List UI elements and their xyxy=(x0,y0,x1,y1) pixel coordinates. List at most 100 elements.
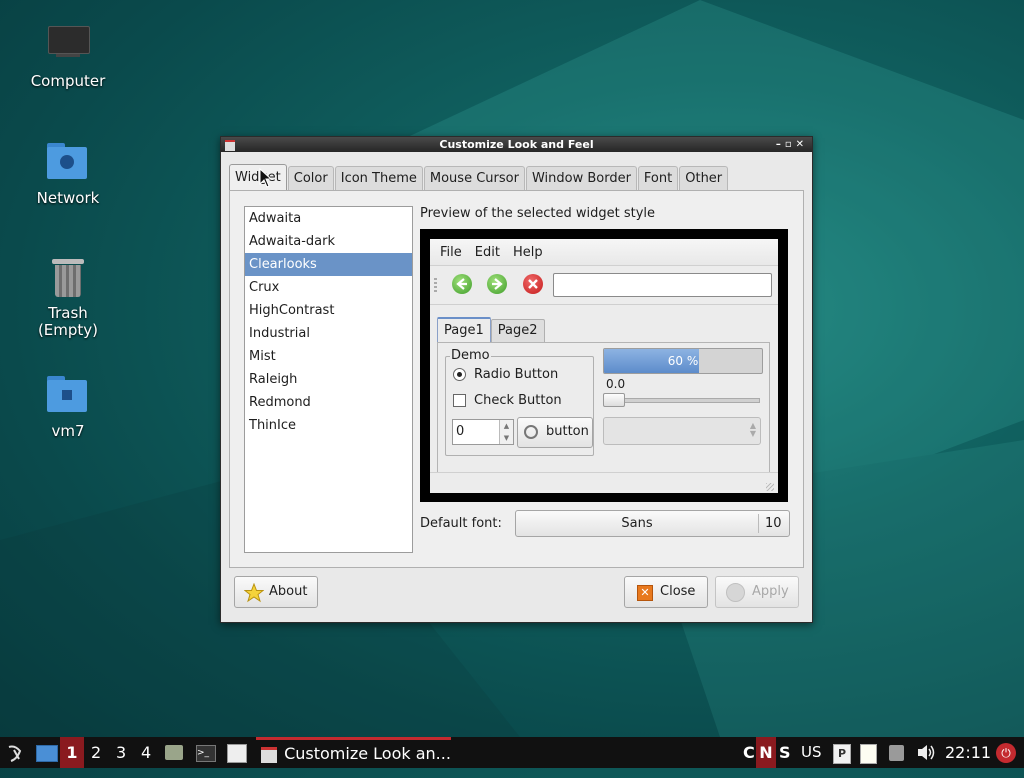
show-desktop-icon[interactable] xyxy=(36,737,58,768)
scale-slider-handle[interactable] xyxy=(603,393,625,407)
removable-media-icon[interactable] xyxy=(889,737,907,768)
home-folder-icon xyxy=(46,374,90,418)
start-menu-icon[interactable] xyxy=(5,737,25,768)
keyboard-layout[interactable]: US xyxy=(801,737,822,768)
close-label: Close xyxy=(660,584,696,599)
preview-menu-help[interactable]: Help xyxy=(513,245,543,260)
theme-list-item[interactable]: Adwaita-dark xyxy=(245,230,412,253)
about-button[interactable]: About xyxy=(234,576,318,608)
workspace-2[interactable]: 2 xyxy=(91,737,101,768)
close-button[interactable]: ✕ Close xyxy=(624,576,708,608)
tab-window-border[interactable]: Window Border xyxy=(525,166,637,190)
preview-menu-edit[interactable]: Edit xyxy=(475,245,500,260)
maximize-button[interactable]: ▫ xyxy=(785,139,796,150)
computer-icon xyxy=(46,24,90,68)
window-titlebar[interactable]: Customize Look and Feel –▫✕ xyxy=(221,137,812,152)
resize-grip-icon[interactable] xyxy=(766,483,774,491)
theme-list-item[interactable]: Redmond xyxy=(245,391,412,414)
task-button-customize[interactable]: Customize Look an... xyxy=(256,737,451,768)
theme-list-item[interactable]: Adwaita xyxy=(245,207,412,230)
spin-arrows-icon[interactable]: ▲ ▼ xyxy=(499,420,513,444)
spin-button[interactable]: 0 ▲ ▼ xyxy=(452,419,514,445)
file-manager-icon[interactable] xyxy=(165,737,185,768)
theme-list-item[interactable]: Mist xyxy=(245,345,412,368)
apply-icon xyxy=(726,583,745,602)
combo-box[interactable]: ▲ ▼ xyxy=(603,417,761,445)
tab-mouse-cursor[interactable]: Mouse Cursor xyxy=(423,166,525,190)
font-chooser-button[interactable]: Sans 10 xyxy=(515,510,790,537)
magnifier-icon xyxy=(524,425,538,439)
progress-bar: 60 % xyxy=(603,348,763,374)
taskbar: 1 2 3 4 >_ Customize Look an... C N S US… xyxy=(0,737,1024,768)
scale-value: 0.0 xyxy=(606,377,626,391)
apply-label: Apply xyxy=(752,584,789,599)
theme-list-item-selected[interactable]: Clearlooks xyxy=(245,253,412,276)
preview-tab-bar: Page1 Page2 xyxy=(437,317,545,343)
forward-icon[interactable] xyxy=(487,274,507,294)
volume-icon[interactable] xyxy=(916,737,936,768)
network-folder-icon xyxy=(46,141,90,185)
indicator-n[interactable]: N xyxy=(756,737,776,768)
preview-tab-page1[interactable]: Page1 xyxy=(437,317,491,343)
theme-list-item[interactable]: Industrial xyxy=(245,322,412,345)
tab-font[interactable]: Font xyxy=(637,166,679,190)
mouse-cursor-icon xyxy=(259,168,273,188)
terminal-icon[interactable]: >_ xyxy=(196,737,216,768)
font-button-divider xyxy=(758,514,759,533)
power-icon[interactable]: ⏻ xyxy=(996,737,1018,768)
preview-menu-file[interactable]: File xyxy=(440,245,462,260)
workspace-3[interactable]: 3 xyxy=(116,737,126,768)
stop-icon[interactable] xyxy=(523,274,543,294)
window-title: Customize Look and Feel xyxy=(439,138,594,151)
theme-list-item[interactable]: HighContrast xyxy=(245,299,412,322)
workspace-4[interactable]: 4 xyxy=(141,737,151,768)
preview-tab-page2[interactable]: Page2 xyxy=(490,319,545,342)
radio-button[interactable]: Radio Button xyxy=(453,367,558,382)
check-button[interactable]: Check Button xyxy=(453,393,562,408)
text-editor-icon[interactable] xyxy=(227,737,247,768)
theme-list-item[interactable]: ThinIce xyxy=(245,414,412,437)
scale-track[interactable] xyxy=(603,398,760,403)
check-button-label: Check Button xyxy=(474,393,562,408)
notes-icon[interactable] xyxy=(860,737,878,768)
combo-arrows-icon: ▲ ▼ xyxy=(749,421,756,438)
tab-color[interactable]: Color xyxy=(287,166,334,190)
preview-statusbar xyxy=(430,472,778,493)
theme-list-item[interactable]: Raleigh xyxy=(245,368,412,391)
font-size: 10 xyxy=(765,516,782,531)
widget-tab-panel: Adwaita Adwaita-dark Clearlooks Crux Hig… xyxy=(229,190,804,568)
desktop-icon-network[interactable]: Network xyxy=(18,141,118,207)
window-app-icon xyxy=(261,746,277,763)
clock[interactable]: 22:11 xyxy=(945,737,991,768)
desktop-icon-trash[interactable]: Trash (Empty) xyxy=(18,257,118,339)
tab-widget[interactable]: Widget xyxy=(229,164,287,190)
desktop-icon-home[interactable]: vm7 xyxy=(18,374,118,440)
indicator-c[interactable]: C xyxy=(743,737,755,768)
star-icon xyxy=(244,583,264,603)
preview-text-entry[interactable] xyxy=(553,273,772,297)
theme-list-item[interactable]: Crux xyxy=(245,276,412,299)
task-title: Customize Look an... xyxy=(284,744,451,763)
indicator-s[interactable]: S xyxy=(779,737,791,768)
progress-text: 60 % xyxy=(667,354,699,368)
preview-button[interactable]: button xyxy=(517,417,593,448)
font-name: Sans xyxy=(621,516,653,531)
close-window-button[interactable]: ✕ xyxy=(796,139,808,150)
tab-icon-theme[interactable]: Icon Theme xyxy=(334,166,423,190)
back-icon[interactable] xyxy=(452,274,472,294)
desktop-icon-label: Trash (Empty) xyxy=(37,304,99,339)
preview-button-label: button xyxy=(546,424,589,439)
tab-other[interactable]: Other xyxy=(679,166,729,190)
desktop-icon-computer[interactable]: Computer xyxy=(18,24,118,90)
about-label: About xyxy=(269,584,308,599)
checkbox-indicator-icon xyxy=(453,394,466,407)
workspace-1[interactable]: 1 xyxy=(60,737,84,768)
minimize-button[interactable]: – xyxy=(776,139,785,150)
theme-list[interactable]: Adwaita Adwaita-dark Clearlooks Crux Hig… xyxy=(244,206,413,553)
apply-button[interactable]: Apply xyxy=(715,576,799,608)
desktop-icon-label: Computer xyxy=(30,72,106,90)
desktop-icon-label: Network xyxy=(36,189,100,207)
preview-tab-panel: Demo Radio Button Check Button 0 ▲ ▼ but… xyxy=(437,342,770,473)
preview-menubar: File Edit Help xyxy=(430,239,778,266)
clipboard-icon[interactable]: P xyxy=(833,737,851,768)
